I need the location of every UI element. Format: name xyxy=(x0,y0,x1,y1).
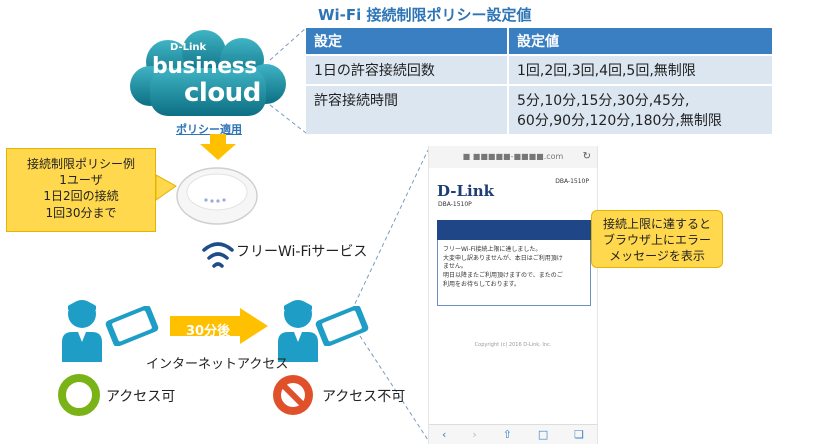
access-ng-icon xyxy=(273,375,313,415)
model-number: DBA-1510P xyxy=(555,178,589,185)
copyright-text: Copyright (c) 2016 D-Link, Inc. xyxy=(474,342,552,348)
message-line: ません。 xyxy=(443,263,467,271)
callout-line: 1ユーザ xyxy=(59,173,103,188)
back-icon[interactable]: ‹ xyxy=(442,428,446,441)
message-line: 大変申し訳ありませんが、本日はご利用頂け xyxy=(443,254,563,262)
bookmarks-icon[interactable]: □ xyxy=(538,428,548,441)
access-ok-icon xyxy=(58,374,100,416)
reload-icon[interactable]: ↻ xyxy=(583,146,591,168)
internet-access-label: インターネットアクセス xyxy=(146,357,289,372)
table-row: 1日の許容接続回数 1回,2回,3回,4回,5回,無制限 xyxy=(306,54,772,85)
policy-table-title: Wi-Fi 接続制限ポリシー設定値 xyxy=(318,6,532,24)
access-ok-label: アクセス可 xyxy=(106,389,176,405)
error-message-callout: 接続上限に達すると ブラウザ上にエラー メッセージを表示 xyxy=(591,210,723,268)
tablet-icon xyxy=(105,306,159,346)
business-cloud-logo: D-Link business cloud xyxy=(126,28,290,124)
cloud-cloud-text: cloud xyxy=(184,78,261,108)
access-ng-label: アクセス不可 xyxy=(322,389,406,405)
value-line: 60分,90分,120分,180分,無制限 xyxy=(517,113,722,129)
table-cell-label: 1日の許容接続回数 xyxy=(306,54,508,85)
browser-toolbar: ‹ › ⇧ □ ❏ xyxy=(429,424,597,444)
user-icon xyxy=(62,300,102,362)
dlink-logo: D-Link xyxy=(437,182,495,200)
cloud-business-text: business xyxy=(152,54,257,79)
message-line: フリーWi-Fi接続上限に達しました。 xyxy=(443,246,542,253)
header-bar xyxy=(437,220,591,240)
model-number-sub: DBA-1510P xyxy=(438,201,472,208)
callout-line: 1日2回の接続 xyxy=(43,189,119,204)
policy-table: 設定 設定値 1日の許容接続回数 1回,2回,3回,4回,5回,無制限 許容接続… xyxy=(306,28,772,134)
callout-line: 接続制限ポリシー例 xyxy=(26,157,135,171)
url-text: ■ ■■■■■-■■■■.com xyxy=(462,152,564,161)
callout-line: ブラウザ上にエラー xyxy=(602,233,711,248)
after-30min-label: 30分後 xyxy=(186,324,231,339)
message-line: 明日以降またご利用頂けますので、またのご xyxy=(443,272,563,280)
down-arrow-icon xyxy=(200,134,236,160)
wifi-signal-icon xyxy=(202,242,234,268)
tablet-icon xyxy=(315,306,369,346)
callout-line: メッセージを表示 xyxy=(609,249,705,264)
tabs-icon[interactable]: ❏ xyxy=(574,428,584,441)
callout-line: 1回30分まで xyxy=(45,205,117,220)
cloud-brand: D-Link xyxy=(170,42,207,53)
value-line: 1回,2回,3回,4回,5回,無制限 xyxy=(517,63,696,79)
message-line: 利用をお待ちしております。 xyxy=(443,280,521,288)
share-icon[interactable]: ⇧ xyxy=(503,428,512,441)
table-row: 許容接続時間 5分,10分,15分,30分,45分, 60分,90分,120分,… xyxy=(306,84,772,134)
error-message-box: フリーWi-Fi接続上限に達しました。 大変申し訳ありませんが、本日はご利用頂け… xyxy=(437,240,591,306)
phone-browser-screen: ■ ■■■■■-■■■■.com ↻ D-Link DBA-1510P DBA-… xyxy=(428,146,598,444)
table-cell-value: 1回,2回,3回,4回,5回,無制限 xyxy=(507,54,772,85)
table-cell-label: 許容接続時間 xyxy=(306,84,508,134)
callout-line: 接続上限に達すると xyxy=(602,217,711,231)
wifi-service-label: フリーWi-Fiサービス xyxy=(236,244,368,260)
table-header-value: 設定値 xyxy=(507,28,772,55)
access-point-icon xyxy=(176,167,258,225)
table-cell-value: 5分,10分,15分,30分,45分, 60分,90分,120分,180分,無制… xyxy=(507,84,772,134)
value-line: 5分,10分,15分,30分,45分, xyxy=(517,93,690,109)
address-bar[interactable]: ■ ■■■■■-■■■■.com ↻ xyxy=(429,146,597,168)
forward-icon[interactable]: › xyxy=(472,428,476,441)
table-header-setting: 設定 xyxy=(306,28,508,55)
policy-example-callout: 接続制限ポリシー例 1ユーザ 1日2回の接続 1回30分まで xyxy=(6,148,156,232)
